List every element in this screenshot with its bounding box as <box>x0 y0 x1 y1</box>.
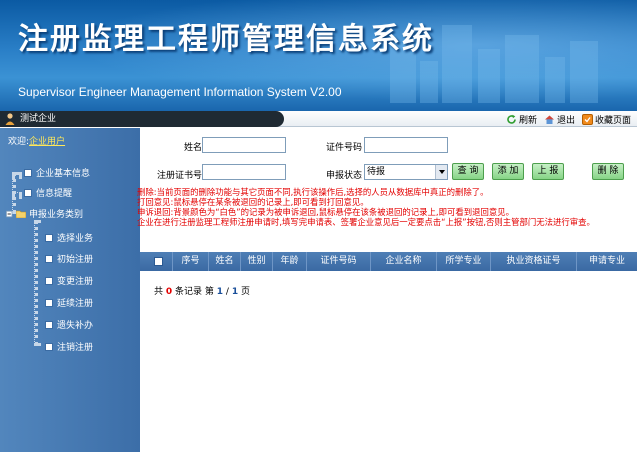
sidebar-item-label: 申报业务类别 <box>29 210 84 220</box>
banner-building <box>545 57 565 103</box>
page-icon <box>45 342 53 351</box>
page-icon <box>45 254 53 263</box>
sidebar-item-label: 注销注册 <box>57 343 94 353</box>
submit-button[interactable]: 上 报 <box>532 163 564 180</box>
logout-button[interactable]: 退出 <box>544 113 575 126</box>
status-select[interactable]: 待报 <box>364 164 448 180</box>
pager-separator: / <box>225 287 229 297</box>
note-delete: 删除:当前页面的删除功能与其它页面不同,执行该操作后,选择的人员从数据库中真正的… <box>137 187 489 197</box>
page-icon <box>24 168 32 177</box>
sidebar-item-reminders[interactable]: 信息提醒 <box>24 186 72 199</box>
sidebar-item-company-info[interactable]: 企业基本信息 <box>24 166 90 179</box>
pager-prefix: 共 <box>154 287 164 297</box>
record-count: 0 <box>165 287 173 297</box>
col-id-number: 证件号码 <box>306 252 370 271</box>
pager-middle: 条记录 第 <box>175 287 214 297</box>
page-icon <box>45 320 53 329</box>
refresh-label: 刷新 <box>518 115 537 126</box>
id-number-label: 证件号码 <box>325 143 362 153</box>
note-return-opinion: 打回意见:鼠标悬停在某条被退回的记录上,即可看到打回意见。 <box>137 197 369 207</box>
col-major: 所学专业 <box>436 252 490 271</box>
current-user-name: 测试企业 <box>20 114 57 124</box>
note-appeal-return: 申诉退回:背景颜色为“白色”的记录为被申诉退回,鼠标悬停在该条被退回的记录上,即… <box>137 207 514 217</box>
refresh-icon <box>507 114 516 124</box>
app-subtitle: Supervisor Engineer Management Informati… <box>18 85 342 99</box>
col-applied-major: 申请专业 <box>576 252 637 271</box>
app-title: 注册监理工程师管理信息系统 <box>18 22 434 57</box>
sidebar-item-label: 变更注册 <box>57 277 94 287</box>
main-content: 姓名 证件号码 注册证书号 申报状态 待报 查 询 添 加 上 报 删 除 删除… <box>137 128 637 452</box>
sidebar-item-business-types[interactable]: 申报业务类别 <box>6 207 83 220</box>
sidebar-item-label: 信息提醒 <box>36 189 73 199</box>
welcome-user-link[interactable]: 企业用户 <box>29 137 65 147</box>
status-select-value: 待报 <box>367 167 386 177</box>
banner: 注册监理工程师管理信息系统 Supervisor Engineer Manage… <box>0 0 637 111</box>
sidebar-item-initial-registration[interactable]: 初始注册 <box>45 252 93 265</box>
select-all-checkbox[interactable] <box>154 257 163 266</box>
name-label: 姓名 <box>183 143 202 153</box>
cert-number-input[interactable] <box>202 164 286 180</box>
top-toolbar: 测试企业 刷新 退出 收藏页面 <box>0 111 637 127</box>
cert-number-label: 注册证书号 <box>156 171 202 181</box>
tree-connector <box>12 172 22 176</box>
page-icon <box>45 276 53 285</box>
sidebar-welcome: 欢迎:企业用户 <box>8 134 65 147</box>
status-label: 申报状态 <box>325 171 362 181</box>
col-qualification-no: 执业资格证号 <box>490 252 576 271</box>
name-input[interactable] <box>202 137 286 153</box>
tree-connector <box>12 192 22 196</box>
sidebar-item-label: 延续注册 <box>57 299 94 309</box>
current-user: 测试企业 <box>0 111 284 127</box>
sidebar-item-renewal-registration[interactable]: 延续注册 <box>45 296 93 309</box>
help-notes: 删除:当前页面的删除功能与其它页面不同,执行该操作后,选择的人员从数据库中真正的… <box>137 187 637 227</box>
col-gender: 性别 <box>240 252 272 271</box>
page-icon <box>24 188 32 197</box>
sidebar-item-label: 初始注册 <box>57 255 94 265</box>
home-icon <box>544 115 554 124</box>
sidebar-item-label: 选择业务 <box>57 234 94 244</box>
results-table-header: 序号 姓名 性别 年龄 证件号码 企业名称 所学专业 执业资格证号 申请专业 <box>140 252 637 271</box>
bookmark-icon <box>581 113 593 125</box>
user-icon <box>5 113 15 125</box>
logout-label: 退出 <box>556 115 575 126</box>
query-button[interactable]: 查 询 <box>452 163 484 180</box>
banner-building <box>505 35 539 103</box>
collapse-icon[interactable] <box>6 210 14 218</box>
search-form: 姓名 证件号码 注册证书号 申报状态 待报 查 询 添 加 上 报 删 除 <box>140 128 637 188</box>
tree-connector <box>34 220 38 346</box>
chevron-down-icon <box>435 165 447 179</box>
pagination: 共 0 条记录 第 1 / 1 页 <box>154 284 250 297</box>
bookmark-button[interactable]: 收藏页面 <box>581 113 631 126</box>
sidebar-item-select-business[interactable]: 选择业务 <box>45 231 93 244</box>
col-name: 姓名 <box>208 252 240 271</box>
sidebar-item-cancel-registration[interactable]: 注销注册 <box>45 340 93 353</box>
note-submit-reminder: 企业在进行注册监理工程师注册申请时,填写完申请表、签署企业意见后一定要点击“上报… <box>137 217 595 227</box>
pager-end: 页 <box>240 287 250 297</box>
sidebar-item-label: 企业基本信息 <box>36 169 91 179</box>
total-pages: 1 <box>231 287 239 297</box>
folder-icon <box>16 210 26 218</box>
sidebar-item-lost-replacement[interactable]: 遗失补办 <box>45 318 93 331</box>
page-icon <box>45 233 53 242</box>
col-serial: 序号 <box>172 252 208 271</box>
banner-building <box>478 49 500 103</box>
banner-building <box>420 61 438 103</box>
col-company: 企业名称 <box>370 252 436 271</box>
sidebar-item-change-registration[interactable]: 变更注册 <box>45 274 93 287</box>
bookmark-label: 收藏页面 <box>594 115 631 126</box>
col-age: 年龄 <box>272 252 306 271</box>
delete-button[interactable]: 删 除 <box>592 163 624 180</box>
sidebar-item-label: 遗失补办 <box>57 321 94 331</box>
banner-building <box>570 41 598 103</box>
refresh-button[interactable]: 刷新 <box>506 113 537 126</box>
sidebar: 欢迎:企业用户 企业基本信息 信息提醒 申报业务类别 选择业务 初始注册 变更注… <box>0 128 140 452</box>
current-page: 1 <box>216 287 224 297</box>
banner-building <box>442 25 472 103</box>
welcome-prefix: 欢迎: <box>8 137 30 147</box>
add-button[interactable]: 添 加 <box>492 163 524 180</box>
id-number-input[interactable] <box>364 137 448 153</box>
page-icon <box>45 298 53 307</box>
